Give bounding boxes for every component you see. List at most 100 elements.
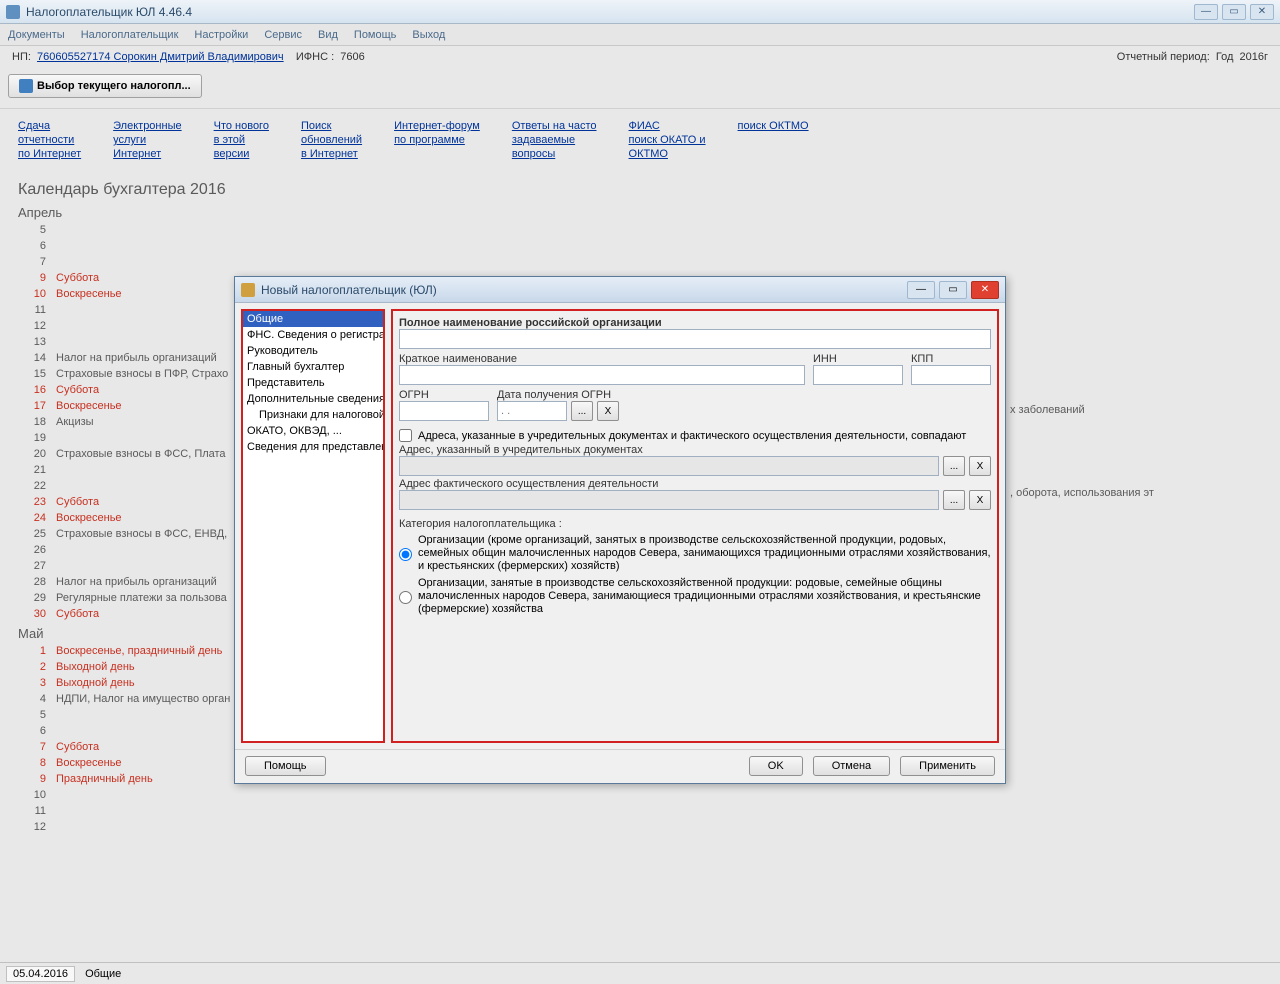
dialog-nav-item[interactable]: ФНС. Сведения о регистрац bbox=[243, 327, 383, 343]
menu-item[interactable]: Выход bbox=[412, 29, 445, 41]
legal-address-input[interactable] bbox=[399, 456, 939, 476]
dialog-nav-item[interactable]: Главный бухгалтер bbox=[243, 359, 383, 375]
actual-address-input[interactable] bbox=[399, 490, 939, 510]
link-column: поиск ОКТМО bbox=[738, 119, 809, 161]
legal-address-browse-button[interactable]: ... bbox=[943, 456, 965, 476]
nav-link[interactable]: Ответы на часто bbox=[512, 119, 597, 133]
link-column: ЭлектронныеуслугиИнтернет bbox=[113, 119, 181, 161]
day-number: 30 bbox=[18, 606, 46, 622]
category-2-radio[interactable] bbox=[399, 579, 412, 616]
ogrn-input[interactable] bbox=[399, 401, 489, 421]
dialog-minimize-button[interactable]: — bbox=[907, 281, 935, 299]
nav-link[interactable]: задаваемые bbox=[512, 133, 597, 147]
menu-item[interactable]: Сервис bbox=[264, 29, 302, 41]
help-button[interactable]: Помощь bbox=[245, 756, 326, 776]
menu-item[interactable]: Документы bbox=[8, 29, 65, 41]
calendar-day-row[interactable]: 7 bbox=[18, 254, 1262, 270]
actual-address-browse-button[interactable]: ... bbox=[943, 490, 965, 510]
status-section: Общие bbox=[85, 968, 121, 980]
calendar-day-row[interactable]: 12 bbox=[18, 819, 1262, 835]
category-2-label: Организации, занятые в производстве сель… bbox=[418, 577, 991, 616]
calendar-day-row[interactable]: 10 bbox=[18, 787, 1262, 803]
maximize-button[interactable]: ▭ bbox=[1222, 4, 1246, 20]
menu-item[interactable]: Настройки bbox=[194, 29, 248, 41]
close-button[interactable]: ✕ bbox=[1250, 4, 1274, 20]
nav-link[interactable]: Что нового bbox=[214, 119, 269, 133]
minimize-button[interactable]: — bbox=[1194, 4, 1218, 20]
dialog-nav-item[interactable]: Представитель bbox=[243, 375, 383, 391]
actual-address-clear-button[interactable]: X bbox=[969, 490, 991, 510]
np-link[interactable]: 760605527174 Сорокин Дмитрий Владимирови… bbox=[37, 51, 284, 63]
dialog-maximize-button[interactable]: ▭ bbox=[939, 281, 967, 299]
dialog-nav-item[interactable]: ОКАТО, ОКВЭД, ... bbox=[243, 423, 383, 439]
day-number: 3 bbox=[18, 675, 46, 691]
select-taxpayer-button[interactable]: Выбор текущего налогопл... bbox=[8, 74, 202, 98]
calendar-day-row[interactable]: 5 bbox=[18, 222, 1262, 238]
kpp-input[interactable] bbox=[911, 365, 991, 385]
inn-label: ИНН bbox=[813, 353, 903, 365]
calendar-day-row[interactable]: 6 bbox=[18, 238, 1262, 254]
full-name-input[interactable] bbox=[399, 329, 991, 349]
ogrn-date-label: Дата получения ОГРН bbox=[497, 389, 647, 401]
dialog-icon bbox=[241, 283, 255, 297]
calendar-day-row[interactable]: 11 bbox=[18, 803, 1262, 819]
menu-item[interactable]: Налогоплательщик bbox=[81, 29, 179, 41]
menu-item[interactable]: Вид bbox=[318, 29, 338, 41]
day-number: 11 bbox=[18, 302, 46, 318]
year-label: Год bbox=[1216, 51, 1234, 63]
nav-link[interactable]: Электронные bbox=[113, 119, 181, 133]
day-text: Воскресенье bbox=[56, 510, 122, 526]
ogrn-date-clear-button[interactable]: X bbox=[597, 401, 619, 421]
dialog-close-button[interactable]: ✕ bbox=[971, 281, 999, 299]
category-1-radio[interactable] bbox=[399, 536, 412, 573]
dialog-nav-item[interactable]: Руководитель bbox=[243, 343, 383, 359]
nav-link[interactable]: Поиск bbox=[301, 119, 362, 133]
apply-button[interactable]: Применить bbox=[900, 756, 995, 776]
dialog-nav-item[interactable]: Дополнительные сведения bbox=[243, 391, 383, 407]
dialog-nav-item[interactable]: Признаки для налоговой bbox=[243, 407, 383, 423]
nav-link[interactable]: по Интернет bbox=[18, 147, 81, 161]
cancel-button[interactable]: Отмена bbox=[813, 756, 890, 776]
link-column: Интернет-форумпо программе bbox=[394, 119, 480, 161]
nav-link[interactable]: ФИАС bbox=[629, 119, 706, 133]
nav-link[interactable]: услуги bbox=[113, 133, 181, 147]
nav-link[interactable]: поиск ОКАТО и bbox=[629, 133, 706, 147]
links-row: Сдачаотчетностипо Интернет Электронныеусл… bbox=[0, 109, 1280, 171]
ok-button[interactable]: OK bbox=[749, 756, 803, 776]
nav-link[interactable]: ОКТМО bbox=[629, 147, 706, 161]
toolbar: Выбор текущего налогопл... bbox=[0, 68, 1280, 109]
nav-link[interactable]: в Интернет bbox=[301, 147, 362, 161]
period-label: Отчетный период: bbox=[1117, 51, 1210, 63]
addresses-same-checkbox[interactable] bbox=[399, 429, 412, 442]
day-text: Воскресенье bbox=[56, 398, 122, 414]
nav-link[interactable]: версии bbox=[214, 147, 269, 161]
nav-link[interactable]: поиск ОКТМО bbox=[738, 119, 809, 133]
nav-link[interactable]: по программе bbox=[394, 133, 480, 147]
day-number: 4 bbox=[18, 691, 46, 707]
legal-address-clear-button[interactable]: X bbox=[969, 456, 991, 476]
day-number: 22 bbox=[18, 478, 46, 494]
nav-link[interactable]: вопросы bbox=[512, 147, 597, 161]
dialog-title: Новый налогоплательщик (ЮЛ) bbox=[261, 283, 907, 297]
ifns-label: ИФНС : bbox=[296, 51, 334, 63]
dialog-nav-item[interactable]: Сведения для представлени bbox=[243, 439, 383, 455]
nav-link[interactable]: отчетности bbox=[18, 133, 81, 147]
nav-link[interactable]: Интернет-форум bbox=[394, 119, 480, 133]
nav-link[interactable]: Сдача bbox=[18, 119, 81, 133]
day-number: 28 bbox=[18, 574, 46, 590]
short-name-label: Краткое наименование bbox=[399, 353, 805, 365]
nav-link[interactable]: в этой bbox=[214, 133, 269, 147]
menu-item[interactable]: Помощь bbox=[354, 29, 397, 41]
day-text: Воскресенье bbox=[56, 755, 122, 771]
day-number: 15 bbox=[18, 366, 46, 382]
nav-link[interactable]: Интернет bbox=[113, 147, 181, 161]
ogrn-date-input[interactable] bbox=[497, 401, 567, 421]
short-name-input[interactable] bbox=[399, 365, 805, 385]
ogrn-date-picker-button[interactable]: ... bbox=[571, 401, 593, 421]
day-number: 23 bbox=[18, 494, 46, 510]
nav-link[interactable]: обновлений bbox=[301, 133, 362, 147]
day-number: 2 bbox=[18, 659, 46, 675]
inn-input[interactable] bbox=[813, 365, 903, 385]
dialog-nav-item[interactable]: Общие bbox=[243, 311, 383, 327]
day-text: НДПИ, Налог на имущество орган bbox=[56, 691, 230, 707]
